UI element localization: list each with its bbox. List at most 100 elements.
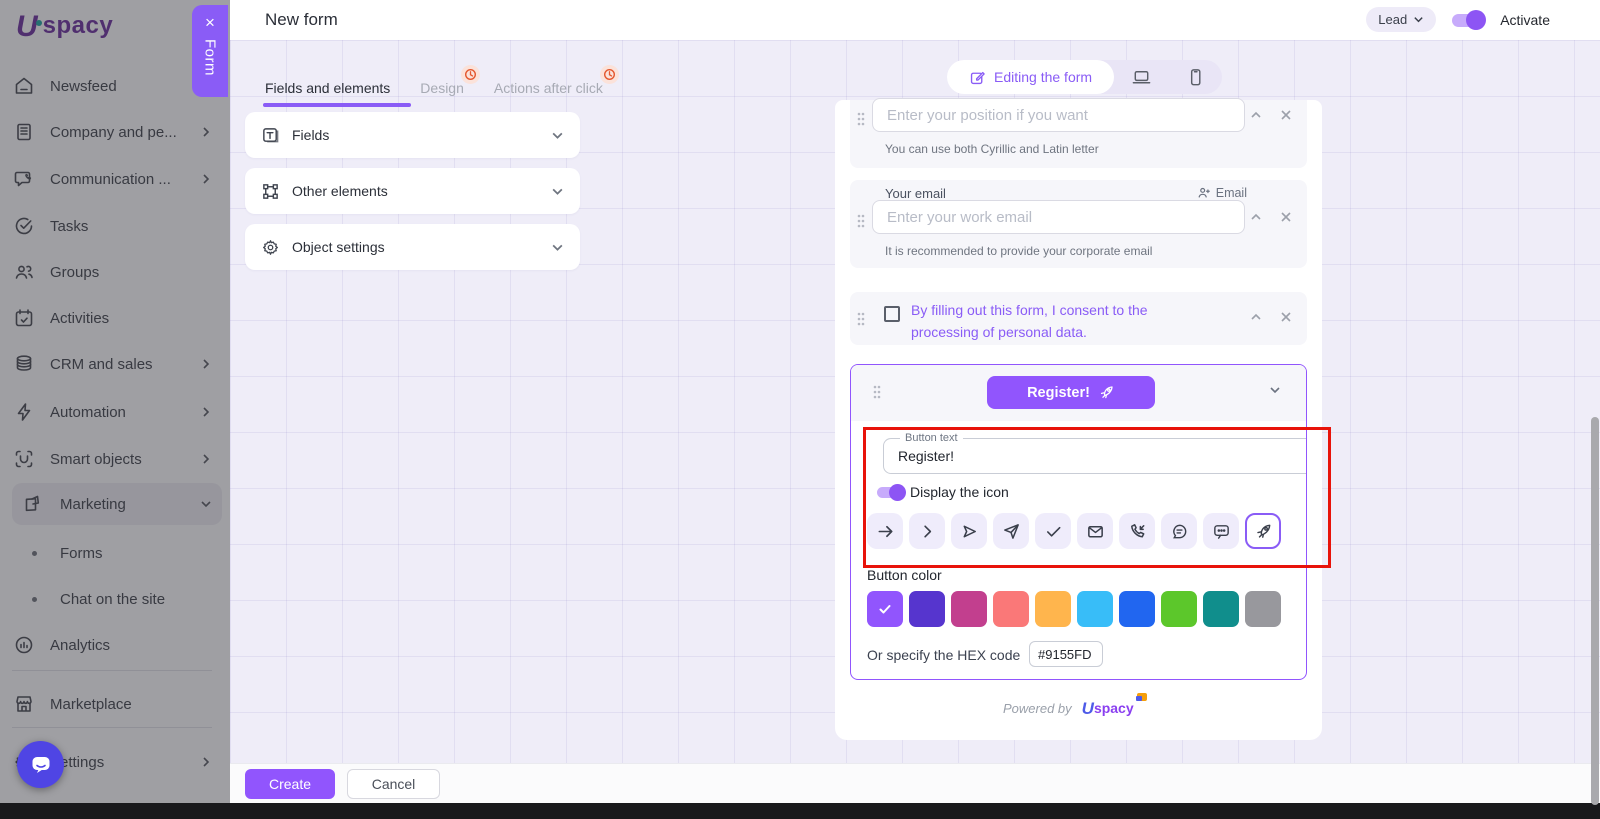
display-icon-label: Display the icon [910,484,1009,500]
create-button[interactable]: Create [245,769,335,799]
support-chat-launcher[interactable] [17,741,64,788]
color-swatch[interactable] [1119,591,1155,627]
email-field-label: Your email [885,186,946,201]
drag-handle-icon[interactable] [855,212,867,230]
activate-label: Activate [1500,12,1550,28]
drag-handle-icon[interactable] [855,310,867,328]
email-type-badge: Email [1197,186,1247,200]
button-color-label: Button color [867,567,942,583]
frame-icon [261,182,280,201]
icon-option-arrow-right-icon[interactable] [867,513,903,549]
chevron-down-icon [551,185,564,198]
footer-bar: Create Cancel [230,763,1600,803]
color-swatch[interactable] [951,591,987,627]
collapse-down-icon[interactable] [1268,383,1282,397]
toggle-thumb [1466,10,1486,30]
color-swatch[interactable] [1245,591,1281,627]
uspacy-logo-small[interactable]: U spacy [1082,700,1134,716]
entity-select[interactable]: Lead [1366,7,1436,32]
remove-field-icon[interactable] [1279,108,1293,122]
color-swatch[interactable] [1203,591,1239,627]
powered-by-label: Powered by [1003,701,1072,716]
gear-icon [261,238,280,257]
field-row-email: Your email Email It is recommended to pr… [850,180,1307,268]
field-row-position: You can use both Cyrillic and Latin lett… [850,100,1307,168]
rocket-icon [1098,384,1115,401]
toggle-thumb [889,484,906,501]
hex-code-input[interactable] [1029,641,1103,667]
position-hint: You can use both Cyrillic and Latin lett… [885,142,1099,156]
drag-handle-icon[interactable] [855,110,867,128]
color-swatch[interactable] [1035,591,1071,627]
collapse-up-icon[interactable] [1249,310,1263,324]
sidebar: U spacy Newsfeed Company and pe... Commu… [0,0,230,803]
email-hint: It is recommended to provide your corpor… [885,244,1152,258]
topbar: New form Lead Activate [230,0,1600,40]
main-area: New form Lead Activate Fields and elemen… [230,0,1600,803]
activate-toggle[interactable] [1450,10,1486,30]
chat-bubble-icon [29,753,53,777]
icon-option-chevron-right-icon[interactable] [909,513,945,549]
color-swatch[interactable] [1077,591,1113,627]
collapse-up-icon[interactable] [1249,108,1263,122]
history-clock-icon [600,65,619,84]
consent-checkbox[interactable] [884,306,900,322]
text-field-icon [261,126,280,145]
icon-option-rocket-icon-selected[interactable] [1245,513,1281,549]
powered-by: Powered by U spacy [1003,700,1134,716]
modal-dim-overlay [0,0,230,803]
submit-button-block-selected: Register! Button text Display the icon [850,364,1307,680]
cancel-button[interactable]: Cancel [347,769,440,799]
accordion-other-elements[interactable]: Other elements [245,168,580,214]
history-clock-icon [461,65,480,84]
position-input[interactable] [872,98,1245,132]
remove-field-icon[interactable] [1279,310,1293,324]
icon-option-chat-lines-icon[interactable] [1161,513,1197,549]
pencil-icon [969,69,986,86]
drag-handle-icon[interactable] [871,383,883,401]
accordion-fields[interactable]: Fields [245,112,580,158]
check-icon [877,601,893,617]
consent-text[interactable]: By filling out this form, I consent to t… [911,300,1191,343]
button-text-fieldset: Button text [883,438,1307,474]
field-row-consent: By filling out this form, I consent to t… [850,292,1307,345]
editing-the-form-button[interactable]: Editing the form [947,60,1114,94]
vertical-scrollbar[interactable] [1591,417,1599,805]
accordion-object-settings[interactable]: Object settings [245,224,580,270]
icon-option-envelope-icon[interactable] [1077,513,1113,549]
icon-option-paper-plane-icon[interactable] [993,513,1029,549]
active-tab-underline [263,103,411,107]
form-preview-card: You can use both Cyrillic and Latin lett… [835,100,1322,740]
color-swatch[interactable] [909,591,945,627]
tab-design[interactable]: Design [420,80,464,110]
icon-option-chat-dots-icon[interactable] [1203,513,1239,549]
color-swatch-selected[interactable] [867,591,903,627]
email-input[interactable] [872,200,1245,234]
bottom-edge-strip [0,803,1600,819]
collapse-up-icon[interactable] [1249,210,1263,224]
form-tab-label: Form [202,39,219,76]
button-text-input[interactable] [884,439,1307,473]
close-icon[interactable]: × [205,14,215,31]
color-swatch[interactable] [993,591,1029,627]
icon-option-send-triangle-icon[interactable] [951,513,987,549]
laptop-icon[interactable] [1114,67,1168,88]
chevron-down-icon [1413,14,1424,25]
chat-mark-icon [1136,696,1142,701]
page-title: New form [265,10,338,30]
display-icon-toggle[interactable] [876,484,906,501]
tab-actions-after-click[interactable]: Actions after click [494,80,603,110]
entity-select-value: Lead [1378,12,1407,27]
phone-icon[interactable] [1168,67,1222,88]
chevron-down-icon [551,241,564,254]
icon-option-phone-incoming-icon[interactable] [1119,513,1155,549]
chevron-down-icon [551,129,564,142]
icon-option-check-icon[interactable] [1035,513,1071,549]
remove-field-icon[interactable] [1279,210,1293,224]
register-submit-button[interactable]: Register! [987,376,1155,409]
person-plus-icon [1197,186,1211,200]
color-swatch[interactable] [1161,591,1197,627]
form-panel-tab[interactable]: × Form [192,5,228,97]
app-window: U spacy Newsfeed Company and pe... Commu… [0,0,1600,819]
hex-code-label: Or specify the HEX code [867,647,1020,663]
